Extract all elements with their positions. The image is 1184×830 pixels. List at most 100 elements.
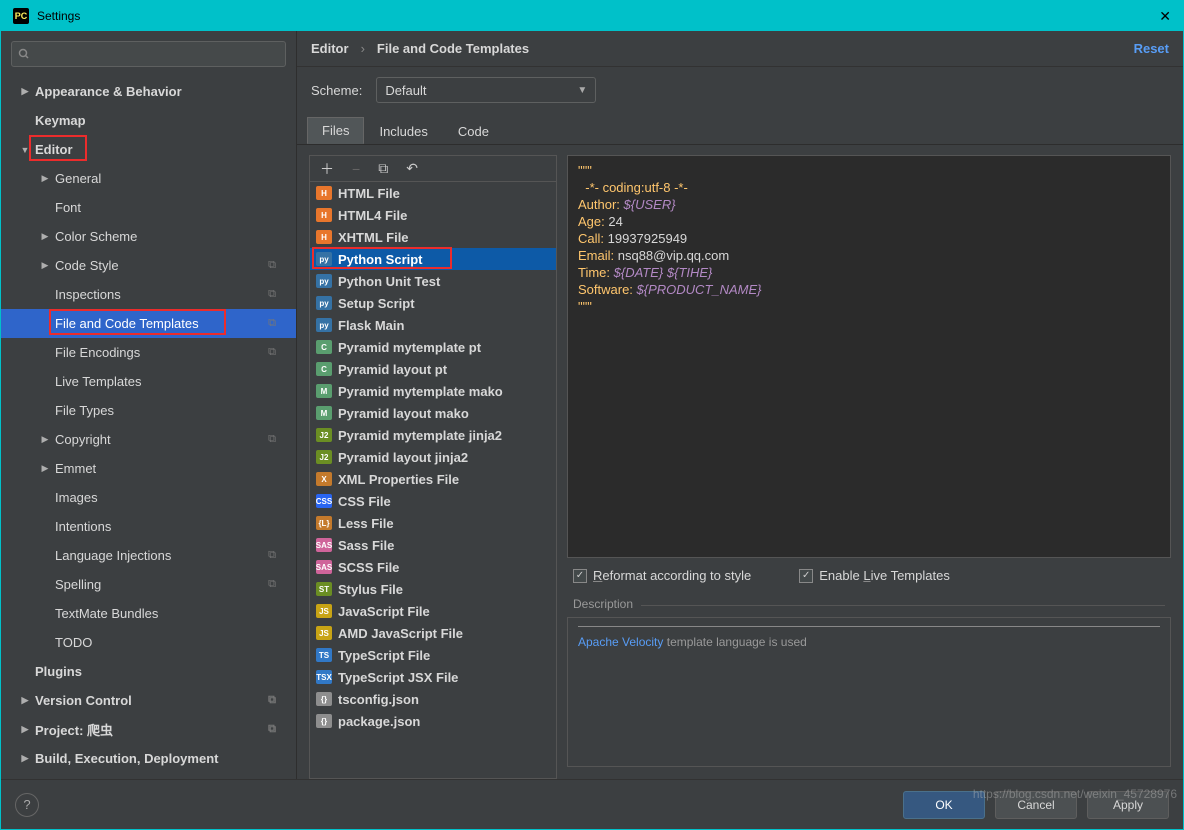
template-label: Python Script — [338, 252, 423, 267]
tree-item[interactable]: TODO — [1, 628, 296, 657]
tree-label: Spelling — [55, 577, 101, 592]
template-item[interactable]: SASSass File — [310, 534, 556, 556]
template-item[interactable]: HHTML File — [310, 182, 556, 204]
template-item[interactable]: pyPython Script — [310, 248, 556, 270]
template-item[interactable]: XXML Properties File — [310, 468, 556, 490]
template-item[interactable]: pyFlask Main — [310, 314, 556, 336]
copy-icon[interactable]: ⧉ — [378, 160, 388, 177]
undo-icon[interactable]: ↶ — [406, 160, 418, 177]
expand-arrow-icon[interactable]: ▶ — [39, 434, 51, 445]
tree-item[interactable]: ▶Appearance & Behavior — [1, 77, 296, 106]
filetype-icon: py — [316, 296, 332, 310]
tree-item[interactable]: Plugins — [1, 657, 296, 686]
tab[interactable]: Files — [307, 117, 364, 144]
enable-live-checkbox[interactable]: ✓ Enable Live Templates — [799, 568, 950, 583]
template-item[interactable]: MPyramid mytemplate mako — [310, 380, 556, 402]
template-item[interactable]: J2Pyramid layout jinja2 — [310, 446, 556, 468]
tree-item[interactable]: ▶Color Scheme — [1, 222, 296, 251]
tree-item[interactable]: Language Injections⧉ — [1, 541, 296, 570]
expand-arrow-icon[interactable]: ▶ — [39, 231, 51, 242]
expand-arrow-icon[interactable]: ▶ — [19, 753, 31, 764]
cancel-button[interactable]: Cancel — [995, 791, 1077, 819]
tree-item[interactable]: Images — [1, 483, 296, 512]
tree-item[interactable]: ▼ Editor — [1, 135, 296, 164]
template-item[interactable]: JSJavaScript File — [310, 600, 556, 622]
template-item[interactable]: pyPython Unit Test — [310, 270, 556, 292]
template-editor[interactable]: """ -*- coding:utf-8 -*-Author: ${USER}A… — [567, 155, 1171, 558]
template-item[interactable]: CSS CSS File — [310, 490, 556, 512]
tree-label: Editor — [35, 142, 73, 157]
close-icon[interactable]: ✕ — [1159, 8, 1171, 25]
reformat-checkbox[interactable]: ✓ Reformat according to style — [573, 568, 751, 583]
settings-sidebar: ▶Appearance & BehaviorKeymap ▼ Editor ▶Gene… — [1, 31, 297, 779]
template-item[interactable]: CPyramid layout pt — [310, 358, 556, 380]
expand-arrow-icon[interactable]: ▶ — [39, 173, 51, 184]
tree-item[interactable]: Live Templates — [1, 367, 296, 396]
tree-item[interactable]: ▶Build, Execution, Deployment — [1, 744, 296, 773]
template-item[interactable]: SASSCSS File — [310, 556, 556, 578]
template-label: CSS File — [338, 494, 391, 509]
template-item[interactable]: JSAMD JavaScript File — [310, 622, 556, 644]
template-item[interactable]: HHTML4 File — [310, 204, 556, 226]
template-item[interactable]: TSTypeScript File — [310, 644, 556, 666]
tree-item[interactable]: File and Code Templates⧉ — [1, 309, 296, 338]
tree-item[interactable]: Inspections⧉ — [1, 280, 296, 309]
tree-item[interactable]: Font — [1, 193, 296, 222]
tree-item[interactable]: ▶Project: 爬虫⧉ — [1, 715, 296, 744]
expand-arrow-icon[interactable]: ▼ — [19, 145, 31, 155]
filetype-icon: CSS — [316, 494, 332, 508]
add-icon[interactable]: ＋ — [320, 159, 334, 179]
help-button[interactable]: ? — [15, 793, 39, 817]
template-item[interactable]: J2Pyramid mytemplate jinja2 — [310, 424, 556, 446]
settings-tree[interactable]: ▶Appearance & BehaviorKeymap ▼ Editor ▶Gene… — [1, 77, 296, 779]
apply-button[interactable]: Apply — [1087, 791, 1169, 819]
template-item[interactable]: TSXTypeScript JSX File — [310, 666, 556, 688]
search-input[interactable] — [11, 41, 286, 67]
template-item[interactable]: py Setup Script — [310, 292, 556, 314]
expand-arrow-icon[interactable]: ▶ — [19, 695, 31, 706]
tab[interactable]: Code — [443, 118, 504, 144]
tree-item[interactable]: ▶General — [1, 164, 296, 193]
template-item[interactable]: MPyramid layout mako — [310, 402, 556, 424]
scheme-label: Scheme: — [311, 83, 362, 98]
template-item[interactable]: HXHTML File — [310, 226, 556, 248]
tree-item[interactable]: Spelling⧉ — [1, 570, 296, 599]
tree-item[interactable]: ▶ Version Control ⧉ — [1, 686, 296, 715]
project-scope-icon: ⧉ — [268, 694, 276, 707]
filetype-icon: {} — [316, 714, 332, 728]
tree-label: TODO — [55, 635, 92, 650]
template-label: Stylus File — [338, 582, 403, 597]
scheme-combo[interactable]: Default ▼ — [376, 77, 596, 103]
reset-link[interactable]: Reset — [1134, 41, 1169, 56]
tab[interactable]: Includes — [364, 118, 442, 144]
template-item[interactable]: {}package.json — [310, 710, 556, 732]
expand-arrow-icon[interactable]: ▶ — [39, 260, 51, 271]
ok-button[interactable]: OK — [903, 791, 985, 819]
tree-item[interactable]: ▶Emmet — [1, 454, 296, 483]
expand-arrow-icon[interactable]: ▶ — [19, 724, 31, 735]
remove-icon[interactable]: − — [352, 161, 360, 177]
crumb-parent[interactable]: Editor — [311, 41, 349, 56]
expand-arrow-icon[interactable]: ▶ — [39, 463, 51, 474]
tree-item[interactable]: ▶Code Style⧉ — [1, 251, 296, 280]
template-item[interactable]: CPyramid mytemplate pt — [310, 336, 556, 358]
tree-item[interactable]: Keymap — [1, 106, 296, 135]
template-item[interactable]: {}tsconfig.json — [310, 688, 556, 710]
template-item[interactable]: {L}Less File — [310, 512, 556, 534]
template-item[interactable]: STStylus File — [310, 578, 556, 600]
tree-item[interactable]: Intentions — [1, 512, 296, 541]
template-label: Pyramid mytemplate pt — [338, 340, 481, 355]
breadcrumb: Editor › File and Code Templates Reset — [297, 31, 1183, 67]
scheme-value: Default — [385, 83, 426, 98]
template-label: Setup Script — [338, 296, 415, 311]
template-list[interactable]: HHTML FileHHTML4 FileHXHTML FilepyPython… — [310, 182, 556, 778]
tree-item[interactable]: File Types — [1, 396, 296, 425]
expand-arrow-icon[interactable]: ▶ — [19, 86, 31, 97]
velocity-link[interactable]: Apache Velocity — [578, 635, 663, 649]
filetype-icon: H — [316, 208, 332, 222]
tree-item[interactable]: File Encodings⧉ — [1, 338, 296, 367]
tree-label: Version Control — [35, 693, 132, 708]
tree-item[interactable]: ▶Copyright⧉ — [1, 425, 296, 454]
chevron-right-icon: › — [361, 41, 365, 56]
tree-item[interactable]: TextMate Bundles — [1, 599, 296, 628]
